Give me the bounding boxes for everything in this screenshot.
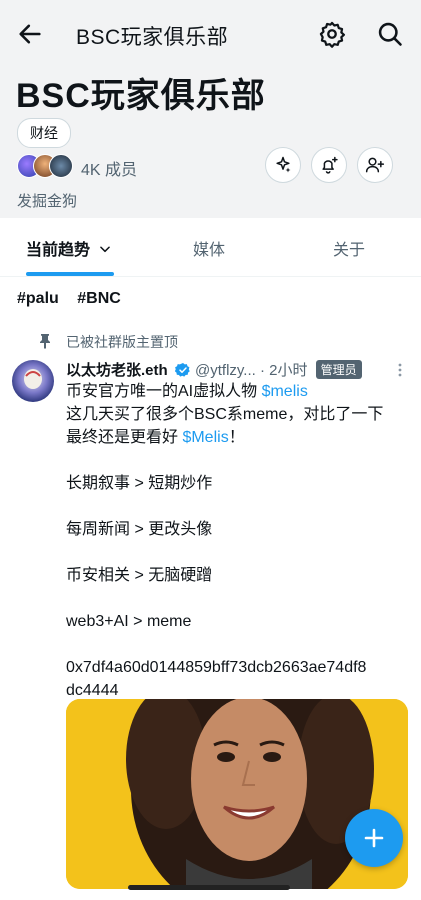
- tab-label: 当前趋势: [26, 242, 91, 259]
- cashtag-link[interactable]: $Melis: [182, 429, 228, 446]
- plus-icon: [364, 828, 384, 848]
- hashtag-link[interactable]: #BNC: [77, 290, 121, 307]
- post-line-text: 最终还是更看好: [66, 429, 183, 446]
- hashtag-row: #palu #BNC: [17, 290, 135, 308]
- category-tag[interactable]: 财经: [17, 118, 71, 148]
- pinned-label: 已被社群版主置顶: [66, 334, 178, 350]
- post-line: 每周新闻 > 更改头像: [66, 521, 213, 538]
- post-line: web3+AI > meme: [66, 613, 192, 630]
- hashtag-link[interactable]: #palu: [17, 290, 59, 307]
- pin-icon: [40, 334, 50, 349]
- notification-button[interactable]: [311, 147, 347, 183]
- verified-badge-icon: [174, 363, 190, 377]
- active-tab-indicator: [26, 272, 114, 276]
- community-name: BSC玩家俱乐部: [16, 77, 266, 115]
- author-handle[interactable]: @ytflzy...: [195, 362, 256, 379]
- tab-about[interactable]: 关于: [333, 236, 365, 260]
- post-line: 长期叙事 > 短期炒作: [66, 475, 213, 492]
- add-user-icon: [365, 157, 385, 173]
- post-text: 币安官方唯一的AI虚拟人物 $melis 这几天买了很多个BSC系meme，对比…: [66, 380, 411, 702]
- post-author-line: 以太坊老张.eth @ytflzy... · 2小时 管理员: [66, 359, 406, 381]
- member-count[interactable]: 4K 成员: [81, 156, 137, 180]
- author-avatar[interactable]: [12, 360, 54, 402]
- top-bar: BSC玩家俱乐部: [0, 12, 421, 56]
- sparkle-icon: [276, 156, 291, 173]
- post-time: · 2小时: [259, 362, 308, 379]
- chevron-down-icon: [100, 246, 111, 253]
- topbar-title: BSC玩家俱乐部: [76, 26, 229, 49]
- bell-plus-icon: [322, 156, 338, 174]
- post-line: 最终还是更看好 $Melis！: [66, 426, 411, 449]
- arrow-left-icon[interactable]: [16, 20, 44, 48]
- post-line-text: 币安官方唯一的AI虚拟人物: [66, 383, 262, 400]
- home-indicator[interactable]: [128, 885, 290, 890]
- gear-icon[interactable]: [318, 20, 346, 48]
- sparkle-button[interactable]: [265, 147, 301, 183]
- tab-trending[interactable]: 当前趋势: [26, 236, 112, 260]
- cashtag-link[interactable]: $melis: [262, 383, 308, 400]
- member-avatars[interactable]: [17, 154, 77, 178]
- tab-bar: 当前趋势 媒体 关于: [0, 218, 421, 277]
- avatar-image: [12, 360, 54, 402]
- invite-member-button[interactable]: [357, 147, 393, 183]
- author-name[interactable]: 以太坊老张.eth: [66, 362, 168, 379]
- post-line: 0x7df4a60d0144859bff73dcb2663ae74df8: [66, 659, 367, 676]
- admin-badge: 管理员: [315, 360, 362, 379]
- post-line: 币安相关 > 无脑硬蹭: [66, 567, 213, 584]
- post-line: 这几天买了很多个BSC系meme，对比了一下: [66, 406, 384, 423]
- member-avatar: [49, 154, 73, 178]
- compose-button[interactable]: [345, 809, 403, 867]
- more-vertical-icon[interactable]: [396, 362, 404, 378]
- community-description: 发掘金狗: [17, 193, 78, 210]
- search-icon[interactable]: [376, 20, 404, 48]
- tab-media[interactable]: 媒体: [193, 236, 225, 260]
- post-line-text: ！: [228, 429, 245, 446]
- post-line: 币安官方唯一的AI虚拟人物 $melis: [66, 380, 411, 403]
